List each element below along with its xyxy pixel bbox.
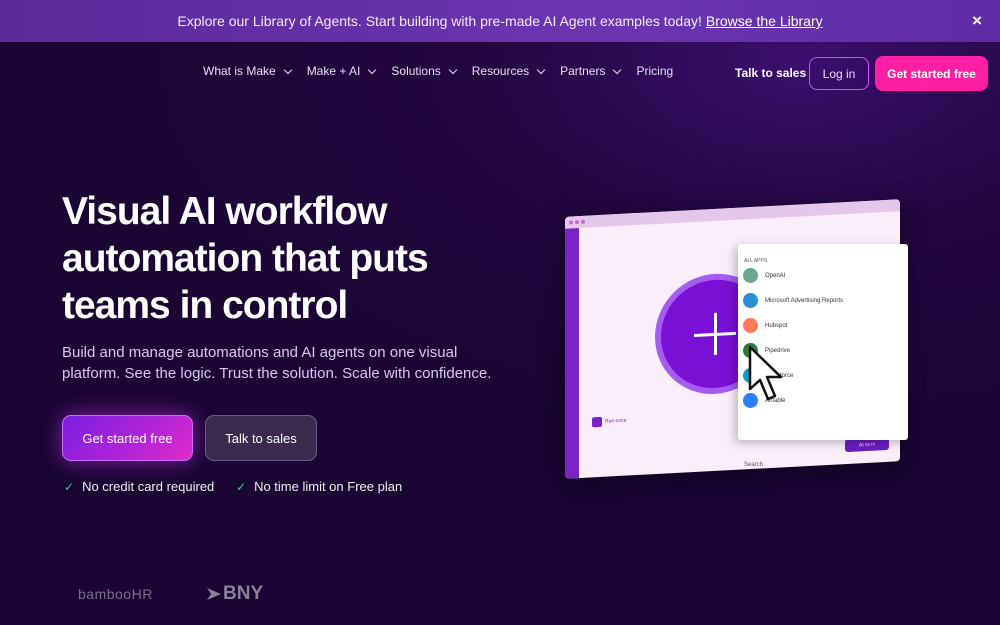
microsoft-advertising-icon	[743, 293, 758, 308]
login-button[interactable]: Log in	[809, 57, 869, 90]
chevron-down-icon	[448, 65, 458, 74]
hero-subtitle: Build and manage automations and AI agen…	[62, 344, 492, 382]
panel-heading: ALL APPS	[744, 258, 768, 264]
app-picker-panel: ALL APPS OpenAI Microsoft Advertising Re…	[738, 244, 908, 468]
hero-title: Visual AI workflow automation that puts …	[62, 190, 429, 327]
chevron-down-icon	[613, 65, 622, 74]
hero-talk-to-sales-button[interactable]: Talk to sales	[205, 415, 317, 461]
hero-get-started-button[interactable]: Get started free	[62, 415, 193, 461]
check-icon: ✓	[236, 479, 247, 494]
nav-item-what-is-make[interactable]: What is Make	[203, 64, 292, 78]
bamboohr-logo: bambooHR	[78, 586, 153, 602]
announcement-banner: Explore our Library of Agents. Start bui…	[0, 0, 1000, 42]
play-icon	[592, 416, 602, 428]
chevron-down-icon	[368, 65, 377, 74]
nav-item-label: Resources	[471, 64, 530, 78]
talk-to-sales-link[interactable]: Talk to sales	[735, 66, 806, 80]
chevron-down-icon	[536, 65, 546, 74]
mockup-titlebar	[565, 199, 900, 229]
app-item-hubspot: Hubspot	[743, 318, 787, 333]
check-icon: ✓	[64, 479, 75, 494]
hubspot-icon	[743, 318, 758, 333]
run-once-label: Run once	[605, 417, 627, 425]
window-dot-icon	[581, 219, 585, 224]
app-item-openai: OpenAI	[743, 268, 785, 283]
nav-item-partners[interactable]: Partners	[560, 64, 622, 78]
nav-item-label: Partners	[560, 64, 606, 78]
mouse-cursor-icon	[748, 345, 783, 401]
panel-search-label: Search	[744, 462, 764, 468]
browse-library-link[interactable]: Browse the Library	[706, 13, 823, 29]
nav-links: What is Make Make + AI Solutions Resourc…	[203, 64, 689, 78]
feature-no-credit-card: ✓ No credit card required	[64, 479, 214, 494]
nav-item-solutions[interactable]: Solutions	[391, 64, 458, 78]
feature-label: No time limit on Free plan	[254, 479, 403, 494]
top-navigation: What is Make Make + AI Solutions Resourc…	[0, 42, 1000, 104]
bny-logo: BNY	[207, 583, 263, 605]
close-icon[interactable]: ×	[972, 11, 982, 31]
nav-item-label: Pricing	[636, 64, 674, 78]
nav-item-label: Solutions	[391, 64, 441, 78]
get-started-button[interactable]: Get started free	[875, 56, 988, 91]
openai-icon	[743, 268, 758, 283]
nav-item-label: Make + AI	[306, 64, 361, 78]
nav-item-make-ai[interactable]: Make + AI	[306, 64, 377, 78]
product-mockup: Run once AI BETA ALL APPS OpenAI Microso…	[560, 199, 910, 480]
chevron-down-icon	[283, 65, 292, 74]
window-dot-icon	[575, 220, 579, 225]
nav-item-resources[interactable]: Resources	[471, 64, 546, 78]
window-dot-icon	[569, 220, 573, 225]
feature-label: No credit card required	[82, 479, 215, 494]
app-item-microsoft-advertising: Microsoft Advertising Reports	[743, 293, 843, 308]
nav-item-label: What is Make	[203, 64, 276, 78]
mockup-sidebar	[565, 228, 579, 479]
nav-item-pricing[interactable]: Pricing	[636, 64, 673, 78]
bny-arrow-icon	[207, 588, 221, 600]
banner-text: Explore our Library of Agents. Start bui…	[177, 13, 702, 29]
feature-no-time-limit: ✓ No time limit on Free plan	[236, 479, 402, 494]
